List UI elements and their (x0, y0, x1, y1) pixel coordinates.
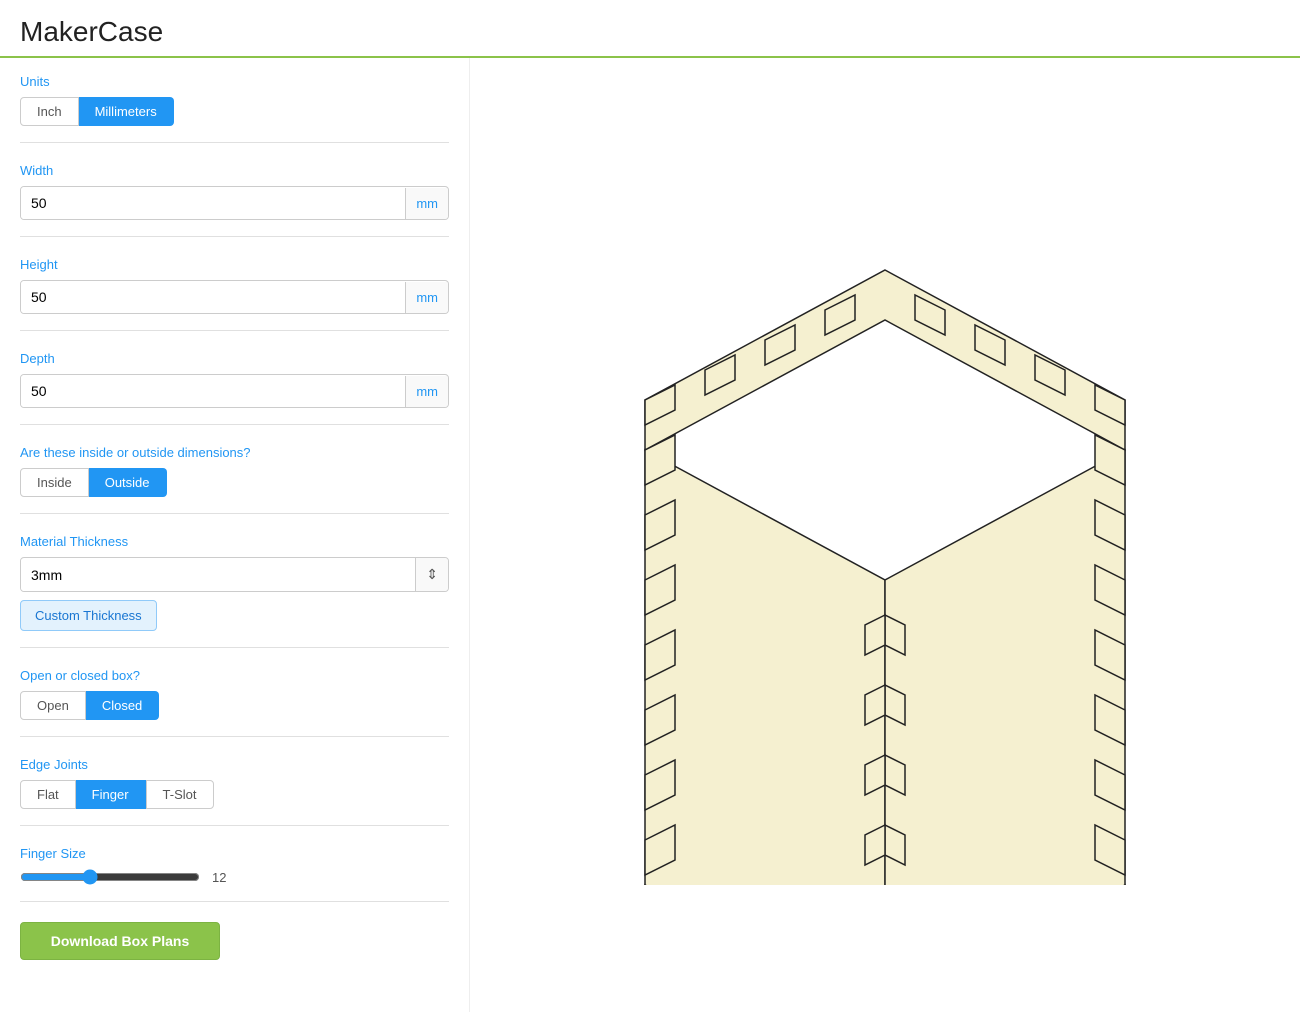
height-input-row: mm (20, 280, 449, 314)
width-label: Width (20, 163, 449, 178)
edge-flat-button[interactable]: Flat (20, 780, 76, 809)
custom-thickness-button[interactable]: Custom Thickness (20, 600, 157, 631)
width-input-row: mm (20, 186, 449, 220)
width-input[interactable] (21, 187, 405, 219)
height-label: Height (20, 257, 449, 272)
units-inch-button[interactable]: Inch (20, 97, 79, 126)
depth-input-row: mm (20, 374, 449, 408)
edge-finger-button[interactable]: Finger (76, 780, 146, 809)
depth-suffix: mm (405, 376, 448, 407)
edge-joints-toggle-group: Flat Finger T-Slot (20, 780, 449, 809)
box-type-toggle-group: Open Closed (20, 691, 449, 720)
material-thickness-label: Material Thickness (20, 534, 449, 549)
download-section: Download Box Plans (20, 922, 449, 976)
main-layout: Units Inch Millimeters Width mm Height m… (0, 58, 1300, 1012)
finger-size-label: Finger Size (20, 846, 449, 861)
box-type-question: Open or closed box? (20, 668, 449, 683)
units-millimeters-button[interactable]: Millimeters (79, 97, 174, 126)
material-thickness-select-row: 1mm 2mm 3mm 4mm 5mm 6mm 9mm 12mm 18mm ⇕ (20, 557, 449, 592)
box-closed-button[interactable]: Closed (86, 691, 159, 720)
height-section: Height mm (20, 257, 449, 331)
depth-input[interactable] (21, 375, 405, 407)
box-open-button[interactable]: Open (20, 691, 86, 720)
app-title: MakerCase (20, 16, 1280, 48)
height-suffix: mm (405, 282, 448, 313)
dimensions-outside-button[interactable]: Outside (89, 468, 167, 497)
units-label: Units (20, 74, 449, 89)
finger-size-slider[interactable] (20, 869, 200, 885)
edge-tslot-button[interactable]: T-Slot (146, 780, 214, 809)
height-input[interactable] (21, 281, 405, 313)
finger-size-value: 12 (212, 870, 226, 885)
units-toggle-group: Inch Millimeters (20, 97, 449, 126)
preview-area: .box-face { fill: #f5f0d0; stroke: #222;… (470, 58, 1300, 1012)
box-3d-preview: .box-face { fill: #f5f0d0; stroke: #222;… (545, 185, 1225, 885)
app-header: MakerCase (0, 0, 1300, 58)
select-arrow-icon: ⇕ (415, 558, 448, 591)
box-type-section: Open or closed box? Open Closed (20, 668, 449, 737)
sidebar: Units Inch Millimeters Width mm Height m… (0, 58, 470, 1012)
material-thickness-select[interactable]: 1mm 2mm 3mm 4mm 5mm 6mm 9mm 12mm 18mm (21, 559, 415, 591)
width-suffix: mm (405, 188, 448, 219)
edge-joints-section: Edge Joints Flat Finger T-Slot (20, 757, 449, 826)
dimensions-inside-button[interactable]: Inside (20, 468, 89, 497)
depth-label: Depth (20, 351, 449, 366)
depth-section: Depth mm (20, 351, 449, 425)
finger-size-section: Finger Size 12 (20, 846, 449, 902)
slider-row: 12 (20, 869, 449, 885)
dimensions-toggle-group: Inside Outside (20, 468, 449, 497)
width-section: Width mm (20, 163, 449, 237)
dimensions-type-section: Are these inside or outside dimensions? … (20, 445, 449, 514)
material-thickness-section: Material Thickness 1mm 2mm 3mm 4mm 5mm 6… (20, 534, 449, 648)
finger-size-slider-container: 12 (20, 869, 449, 885)
download-button[interactable]: Download Box Plans (20, 922, 220, 960)
edge-joints-label: Edge Joints (20, 757, 449, 772)
units-section: Units Inch Millimeters (20, 74, 449, 143)
dimensions-question: Are these inside or outside dimensions? (20, 445, 449, 460)
